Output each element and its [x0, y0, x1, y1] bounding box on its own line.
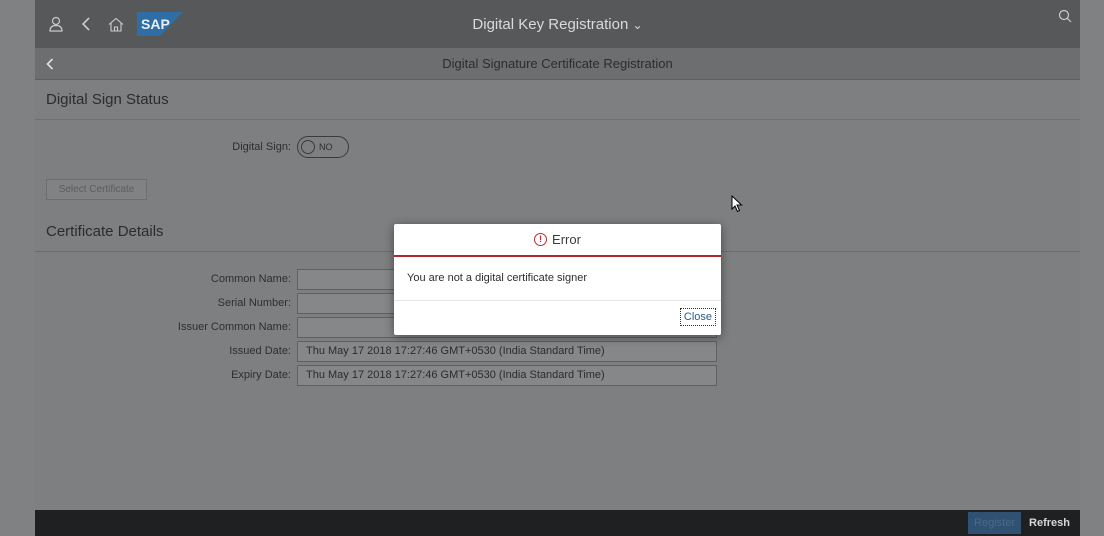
shell-header: SAP Digital Key Registration ⌄: [35, 0, 1080, 48]
switch-text: NO: [319, 142, 333, 152]
svg-text:SAP: SAP: [141, 16, 170, 32]
select-certificate-button[interactable]: Select Certificate: [46, 179, 147, 200]
digital-sign-label: Digital Sign:: [232, 141, 291, 153]
close-button[interactable]: Close: [679, 308, 716, 326]
dialog-footer: Close: [394, 301, 721, 333]
digital-sign-status-title: Digital Sign Status: [35, 80, 1080, 120]
mouse-cursor-icon: [731, 194, 743, 216]
error-icon: !: [534, 233, 548, 246]
back-icon[interactable]: [71, 9, 101, 39]
footer-toolbar: Register Refresh: [35, 510, 1080, 536]
chevron-down-icon: ⌄: [632, 17, 643, 32]
expiry-date-field[interactable]: Thu May 17 2018 17:27:46 GMT+0530 (India…: [297, 364, 717, 386]
chevron-left-icon: [46, 57, 54, 70]
page-title: Digital Signature Certificate Registrati…: [442, 56, 673, 71]
switch-knob: [301, 140, 315, 154]
issued-date-label: Issued Date:: [229, 345, 291, 357]
dialog-message: You are not a digital certificate signer: [394, 257, 721, 301]
register-button[interactable]: Register: [968, 512, 1022, 534]
expiry-date-label: Expiry Date:: [231, 369, 291, 381]
sap-logo[interactable]: SAP: [137, 12, 183, 36]
shell-title: Digital Key Registration ⌄: [35, 0, 1080, 48]
common-name-label: Common Name:: [210, 273, 291, 285]
app-title-menu[interactable]: Digital Key Registration ⌄: [472, 16, 642, 33]
digital-sign-switch[interactable]: NO: [297, 136, 349, 158]
issued-date-field[interactable]: Thu May 17 2018 17:27:46 GMT+0530 (India…: [297, 340, 717, 362]
home-icon[interactable]: [101, 9, 131, 39]
dialog-title: Error: [552, 232, 581, 247]
dialog-header: ! Error: [394, 224, 721, 257]
page-back-button[interactable]: [35, 48, 65, 80]
expiry-date-row: Expiry Date: Thu May 17 2018 17:27:46 GM…: [35, 364, 1080, 386]
error-dialog: ! Error You are not a digital certificat…: [394, 224, 721, 335]
page-header: Digital Signature Certificate Registrati…: [35, 48, 1080, 80]
issuer-common-name-label: Issuer Common Name:: [177, 321, 291, 333]
refresh-button[interactable]: Refresh: [1025, 512, 1074, 534]
search-icon[interactable]: [1058, 9, 1072, 26]
user-icon[interactable]: [41, 9, 71, 39]
serial-number-label: Serial Number:: [217, 297, 291, 309]
issued-date-row: Issued Date: Thu May 17 2018 17:27:46 GM…: [35, 340, 1080, 362]
digital-sign-row: Digital Sign: NO: [35, 134, 1080, 160]
